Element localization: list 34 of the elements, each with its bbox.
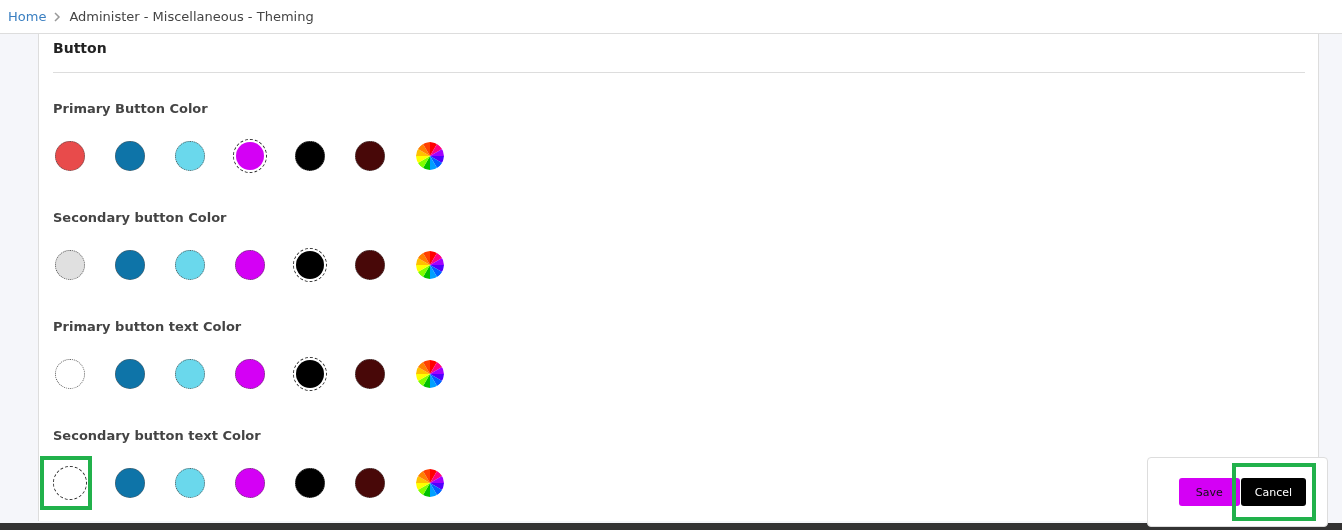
color-wheel-icon[interactable] [416, 469, 444, 497]
home-link[interactable]: Home [8, 9, 47, 24]
color-wheel-icon[interactable] [416, 142, 444, 170]
section-label: Secondary button Color [53, 209, 228, 227]
section-label: Secondary button text Color [53, 427, 262, 445]
color-swatch[interactable] [355, 359, 385, 389]
save-button[interactable]: Save [1178, 478, 1240, 506]
color-swatch[interactable] [355, 250, 385, 280]
color-swatch[interactable] [55, 250, 85, 280]
chevron-icon [54, 11, 62, 22]
color-swatch[interactable] [115, 250, 145, 280]
color-wheel-icon[interactable] [416, 360, 444, 388]
section-label: Primary Button Color [53, 100, 209, 118]
color-swatch[interactable] [235, 468, 265, 498]
color-swatch[interactable] [55, 359, 85, 389]
color-swatch[interactable] [175, 141, 205, 171]
card-title: Button [53, 39, 108, 58]
color-swatch[interactable] [115, 468, 145, 498]
color-wheel-icon[interactable] [416, 251, 444, 279]
color-swatch[interactable] [235, 359, 265, 389]
breadcrumb-current: Administer - Miscellaneous - Theming [69, 9, 314, 24]
color-swatch[interactable] [175, 359, 205, 389]
color-swatch[interactable] [235, 250, 265, 280]
color-swatch[interactable] [295, 468, 325, 498]
color-swatch[interactable] [55, 141, 85, 171]
color-swatch[interactable] [175, 468, 205, 498]
color-swatch[interactable] [175, 250, 205, 280]
color-swatch[interactable] [115, 141, 145, 171]
cancel-button[interactable]: Cancel [1240, 478, 1306, 506]
section-label: Primary button text Color [53, 318, 243, 336]
color-swatch[interactable] [295, 141, 325, 171]
color-swatch[interactable] [355, 141, 385, 171]
color-swatch[interactable] [355, 468, 385, 498]
color-swatch[interactable] [115, 359, 145, 389]
